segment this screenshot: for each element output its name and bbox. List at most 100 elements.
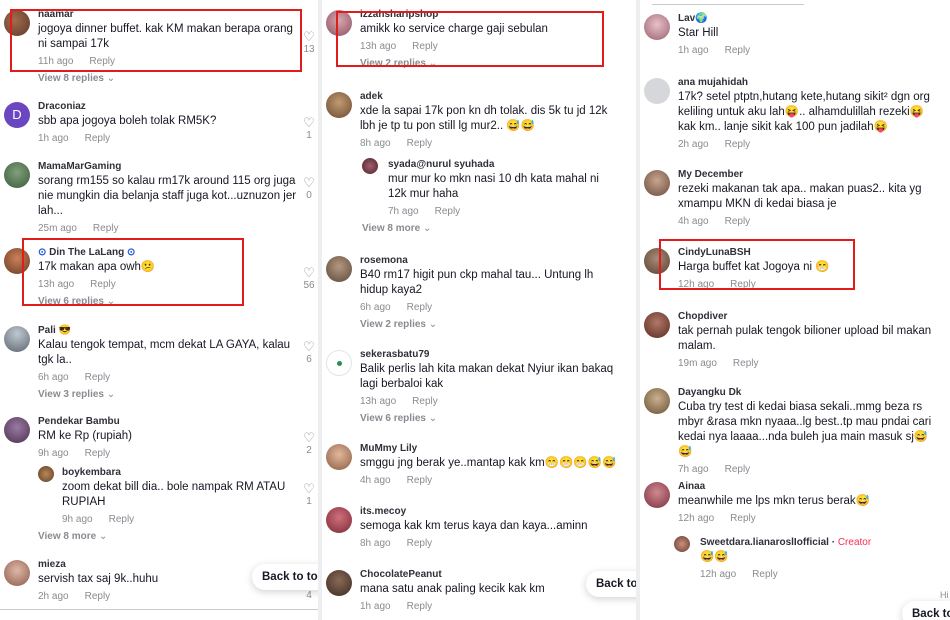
- view-replies-button[interactable]: View 2 replies: [360, 58, 618, 69]
- view-replies-button[interactable]: View 6 replies: [38, 296, 300, 307]
- avatar[interactable]: [326, 350, 352, 376]
- like-button[interactable]: ♡ 1: [302, 482, 316, 509]
- back-to-top-button[interactable]: Back to t: [586, 571, 636, 597]
- reply-author[interactable]: Sweetdara.lianaroslIofficial · Creator: [700, 536, 932, 549]
- avatar[interactable]: [362, 158, 378, 174]
- view-more-replies-button[interactable]: View 8 more: [362, 223, 618, 234]
- reply-button[interactable]: Reply: [85, 591, 111, 602]
- avatar[interactable]: [644, 312, 670, 338]
- comment-text: Balik perlis lah kita makan dekat Nyiur …: [360, 363, 614, 390]
- view-replies-button[interactable]: View 2 replies: [360, 319, 618, 330]
- back-to-top-button[interactable]: Back to top: [252, 564, 318, 590]
- comment-text: smggu jng berak ye..mantap kak km😁😁😁😅😅: [360, 457, 617, 469]
- avatar[interactable]: [644, 388, 670, 414]
- back-to-top-button[interactable]: Back to: [902, 601, 950, 620]
- comment-author[interactable]: Lav🌍: [678, 12, 932, 25]
- like-count: 0: [306, 190, 312, 201]
- view-replies-button[interactable]: View 6 replies: [360, 413, 618, 424]
- reply-button[interactable]: Reply: [90, 279, 116, 290]
- reply-button[interactable]: Reply: [752, 569, 778, 580]
- avatar[interactable]: D: [4, 102, 30, 128]
- reply-button[interactable]: Reply: [85, 133, 111, 144]
- reply-button[interactable]: Reply: [412, 396, 438, 407]
- like-button[interactable]: ♡ 56: [302, 266, 316, 293]
- comment-author[interactable]: Draconiaz: [38, 100, 300, 113]
- comment-author[interactable]: Chopdiver: [678, 310, 932, 323]
- reply-button[interactable]: Reply: [730, 279, 756, 290]
- reply-button[interactable]: Reply: [407, 475, 433, 486]
- comment-text: Cuba try test di kedai biasa sekali..mmg…: [678, 401, 932, 458]
- reply-button[interactable]: Reply: [435, 206, 461, 217]
- avatar[interactable]: [38, 466, 54, 482]
- comment-author[interactable]: ChocolatePeanut: [360, 568, 618, 581]
- view-replies-button[interactable]: View 8 replies: [38, 73, 300, 84]
- comment-author[interactable]: My December: [678, 168, 932, 181]
- avatar[interactable]: [644, 78, 670, 104]
- comment-author[interactable]: MamaMarGaming: [38, 160, 300, 173]
- comment-text: tak pernah pulak tengok bilioner upload …: [678, 325, 932, 352]
- reply-button[interactable]: Reply: [85, 372, 111, 383]
- like-button[interactable]: ♡ 0: [302, 176, 316, 203]
- reply-button[interactable]: Reply: [89, 56, 115, 67]
- reply-button[interactable]: Reply: [725, 45, 751, 56]
- avatar[interactable]: [326, 10, 352, 36]
- avatar[interactable]: [326, 507, 352, 533]
- reply-text: mur mur ko mkn nasi 10 dh kata mahal ni …: [388, 173, 599, 200]
- reply-author[interactable]: boykembara: [62, 466, 300, 479]
- badge-icon: ⊙: [124, 247, 136, 258]
- comment-author[interactable]: naamar: [38, 8, 300, 21]
- comment-time: 6h ago: [38, 372, 69, 383]
- avatar[interactable]: [4, 417, 30, 443]
- comment-author[interactable]: sekerasbatu79: [360, 348, 618, 361]
- comment-author[interactable]: Dayangku Dk: [678, 386, 932, 399]
- reply-button[interactable]: Reply: [733, 358, 759, 369]
- reply-button[interactable]: Reply: [93, 223, 119, 234]
- avatar[interactable]: [326, 92, 352, 118]
- comment-author[interactable]: adek: [360, 90, 618, 103]
- reply-button[interactable]: Reply: [725, 464, 751, 475]
- reply-button[interactable]: Reply: [109, 514, 135, 525]
- comment-author[interactable]: its.mecoy: [360, 505, 618, 518]
- comment-author[interactable]: Pendekar Bambu: [38, 415, 300, 428]
- avatar[interactable]: [644, 170, 670, 196]
- reply-button[interactable]: Reply: [407, 538, 433, 549]
- avatar[interactable]: [4, 560, 30, 586]
- comment-author[interactable]: Ainaa: [678, 480, 932, 493]
- reply-button[interactable]: Reply: [407, 138, 433, 149]
- avatar[interactable]: [644, 14, 670, 40]
- comment-author[interactable]: MuMmy Lily: [360, 442, 618, 455]
- avatar[interactable]: [674, 536, 690, 552]
- avatar[interactable]: [4, 162, 30, 188]
- avatar[interactable]: [644, 482, 670, 508]
- reply-button[interactable]: Reply: [725, 216, 751, 227]
- avatar[interactable]: [326, 256, 352, 282]
- comment-author[interactable]: CindyLunaBSH: [678, 246, 932, 259]
- avatar[interactable]: [4, 326, 30, 352]
- reply-author[interactable]: syada@nurul syuhada: [388, 158, 618, 171]
- avatar[interactable]: [326, 444, 352, 470]
- comment-author[interactable]: rosemona: [360, 254, 618, 267]
- like-button[interactable]: ♡ 2: [302, 431, 316, 458]
- avatar[interactable]: [4, 248, 30, 274]
- comment-author[interactable]: ana mujahidah: [678, 76, 932, 89]
- like-button[interactable]: ♡ 6: [302, 340, 316, 367]
- comment-time: 1h ago: [38, 133, 69, 144]
- reply-button[interactable]: Reply: [85, 448, 111, 459]
- view-replies-button[interactable]: View 3 replies: [38, 389, 300, 400]
- comments-panel-2: izzahsharipshop amikk ko service charge …: [318, 0, 636, 620]
- comment-author[interactable]: izzahsharipshop: [360, 8, 618, 21]
- avatar[interactable]: [644, 248, 670, 274]
- comment-author[interactable]: Pali 😎: [38, 324, 300, 337]
- comment-time: 9h ago: [38, 448, 69, 459]
- avatar[interactable]: [326, 570, 352, 596]
- like-button[interactable]: ♡ 13: [302, 30, 316, 57]
- reply-button[interactable]: Reply: [730, 513, 756, 524]
- like-button[interactable]: ♡ 1: [302, 116, 316, 143]
- avatar[interactable]: [4, 10, 30, 36]
- reply-button[interactable]: Reply: [725, 139, 751, 150]
- reply-button[interactable]: Reply: [407, 601, 433, 612]
- view-more-replies-button[interactable]: View 8 more: [38, 531, 300, 542]
- reply-button[interactable]: Reply: [407, 302, 433, 313]
- comment-author[interactable]: ⊙ Din The LaLang ⊙: [38, 246, 300, 259]
- reply-button[interactable]: Reply: [412, 41, 438, 52]
